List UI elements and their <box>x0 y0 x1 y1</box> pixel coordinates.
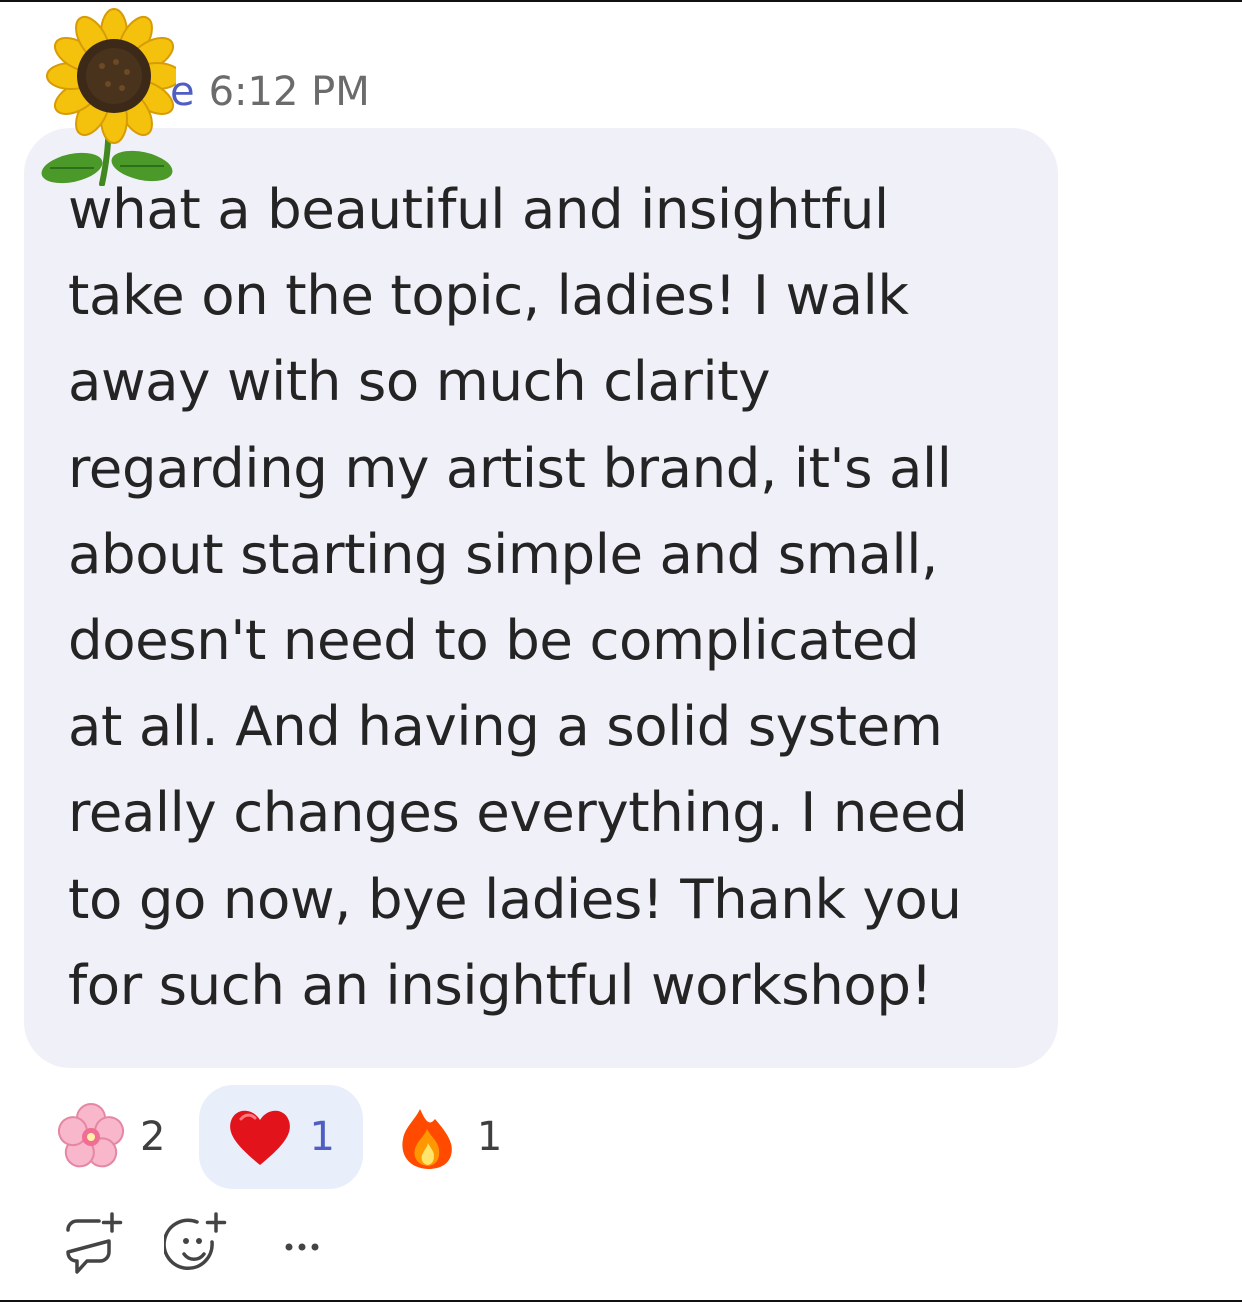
more-options-icon[interactable] <box>268 1211 336 1279</box>
reaction-count: 2 <box>140 1114 166 1160</box>
message-bubble[interactable]: what a beautiful and insightful take on … <box>24 128 1058 1068</box>
add-reaction-icon[interactable] <box>164 1211 232 1279</box>
cherry-blossom-icon <box>57 1103 125 1168</box>
message-timestamp: 6:12 PM <box>208 69 370 115</box>
reaction-count: 1 <box>309 1114 335 1160</box>
message-text: what a beautiful and insightful take on … <box>68 177 968 1017</box>
fire-icon <box>402 1109 452 1169</box>
reaction-cherry-blossom[interactable]: 2 <box>48 1085 173 1189</box>
message-header: e 6:12 PM <box>170 66 370 118</box>
red-heart-icon <box>230 1110 291 1165</box>
reply-icon[interactable] <box>60 1211 128 1279</box>
chat-message-frame: e 6:12 PM what a beautiful and insightfu… <box>0 0 1242 1302</box>
reaction-fire[interactable]: 1 <box>385 1085 510 1189</box>
reaction-bar: 2 1 1 <box>48 1084 510 1190</box>
message-actions <box>60 1210 336 1280</box>
sunflower-icon[interactable] <box>36 8 176 186</box>
reaction-count: 1 <box>476 1114 503 1160</box>
reaction-heart-selected[interactable]: 1 <box>199 1085 363 1189</box>
